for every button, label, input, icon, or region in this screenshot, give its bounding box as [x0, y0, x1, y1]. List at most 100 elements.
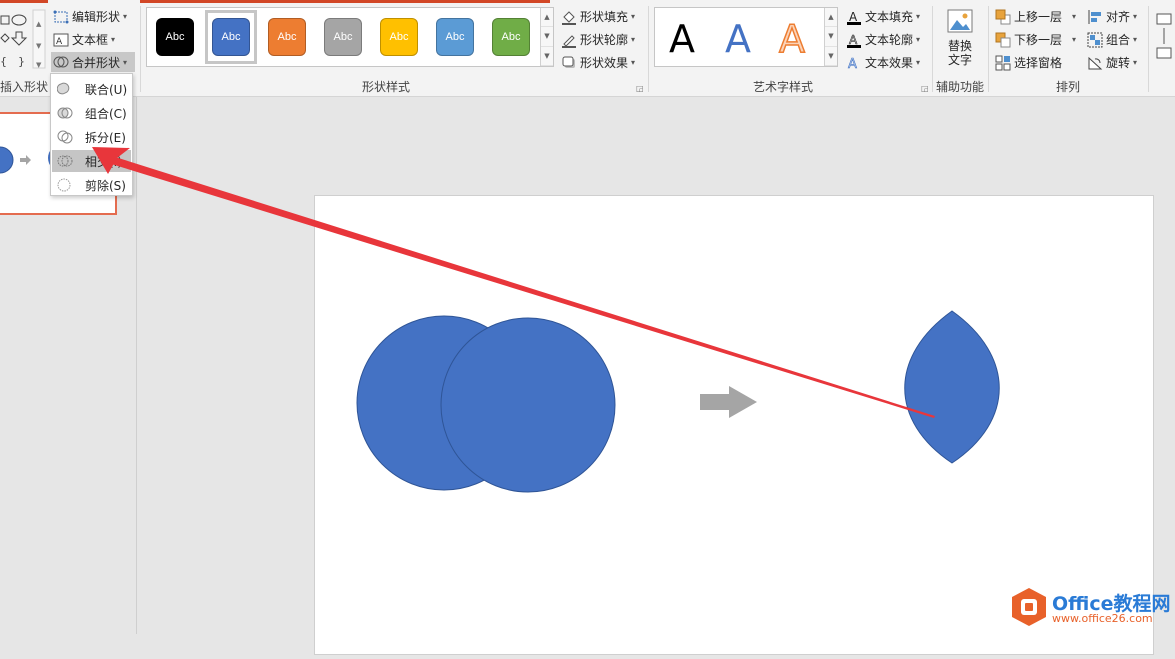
- chevron-down-icon: ▾: [631, 35, 635, 44]
- svg-text:A: A: [849, 33, 858, 47]
- swatch-label: Abc: [502, 31, 521, 43]
- text-fill-button[interactable]: A 文本填充▾: [846, 8, 920, 25]
- pen-outline-icon: [561, 32, 577, 48]
- bring-forward-button[interactable]: 上移一层▾: [995, 8, 1076, 25]
- wordart-gallery[interactable]: A A A ▲ ▼ ▼: [654, 7, 838, 67]
- style-swatch-gold[interactable]: Abc: [380, 18, 418, 56]
- subtract-icon: [57, 177, 73, 193]
- wordart-group-label: 艺术字样式: [654, 78, 912, 95]
- menu-item-combine[interactable]: 组合(C): [52, 102, 131, 124]
- accessibility-group-label: 辅助功能: [934, 78, 986, 95]
- merge-shapes-label: 合并形状: [72, 54, 120, 71]
- alt-text-button[interactable]: 替换 文字: [940, 8, 980, 72]
- style-swatch-black[interactable]: Abc: [156, 18, 194, 56]
- selection-pane-button[interactable]: 选择窗格: [995, 54, 1062, 71]
- style-swatch-lightblue[interactable]: Abc: [436, 18, 474, 56]
- send-backward-icon: [995, 32, 1011, 48]
- watermark: Office教程网 www.office26.com: [1010, 585, 1175, 631]
- text-outline-button[interactable]: A 文本轮廓▾: [846, 31, 920, 48]
- size-icon[interactable]: [1155, 12, 1173, 65]
- gray-right-arrow[interactable]: [700, 386, 757, 418]
- swatch-label: Abc: [390, 31, 409, 43]
- intersect-icon: [57, 153, 73, 169]
- svg-text:A: A: [849, 10, 858, 24]
- gallery-scrollbar[interactable]: ▲ ▼ ▼: [540, 8, 553, 66]
- circle-right[interactable]: [441, 318, 615, 492]
- align-button[interactable]: 对齐▾: [1087, 8, 1137, 25]
- group-button[interactable]: 组合▾: [1087, 31, 1137, 48]
- intersect-result-shape[interactable]: [905, 311, 1000, 463]
- office-logo: [1010, 587, 1048, 627]
- style-swatch-blue[interactable]: Abc: [212, 18, 250, 56]
- scroll-down-icon[interactable]: ▼: [825, 27, 837, 46]
- paint-bucket-icon: [561, 9, 577, 25]
- scroll-up-icon[interactable]: ▲: [541, 8, 553, 27]
- shape-style-swatches: Abc Abc Abc Abc Abc Abc Abc: [147, 8, 541, 66]
- text-box-icon: A: [53, 32, 69, 48]
- scroll-up-icon[interactable]: ▲: [825, 8, 837, 27]
- gallery-more-icon[interactable]: ▼: [825, 47, 837, 66]
- chevron-down-icon: ▾: [631, 58, 635, 67]
- shape-effects-icon: [561, 55, 577, 71]
- style-swatch-gray[interactable]: Abc: [324, 18, 362, 56]
- menu-item-union[interactable]: 联合(U): [52, 78, 131, 100]
- group-icon: [1087, 32, 1103, 48]
- text-fill-label: 文本填充: [865, 8, 913, 25]
- alt-text-line2: 文字: [940, 53, 980, 67]
- text-box-button[interactable]: A 文本框▾: [53, 31, 115, 48]
- shapes-gallery[interactable]: { } ▲ ▼ ▼: [0, 8, 46, 70]
- chevron-down-icon: ▾: [1133, 58, 1137, 67]
- wordart-sample-blue[interactable]: A: [725, 20, 751, 58]
- svg-text:}: }: [18, 55, 25, 68]
- chevron-down-icon: ▾: [123, 12, 127, 21]
- shape-effects-label: 形状效果: [580, 54, 628, 71]
- edit-shape-icon: [53, 9, 69, 25]
- arrange-group-label: 排列: [990, 78, 1146, 95]
- send-backward-label: 下移一层: [1014, 31, 1062, 48]
- svg-text:{: {: [0, 55, 7, 68]
- scroll-down-icon[interactable]: ▼: [541, 27, 553, 46]
- menu-item-subtract[interactable]: 剪除(S): [52, 174, 131, 196]
- fragment-icon: [57, 129, 73, 145]
- edit-shape-label: 编辑形状: [72, 8, 120, 25]
- shape-effects-button[interactable]: 形状效果▾: [561, 54, 635, 71]
- text-effects-label: 文本效果: [865, 54, 913, 71]
- dialog-launcher-icon[interactable]: ◲: [921, 84, 929, 93]
- svg-text:A: A: [848, 57, 857, 71]
- edit-shape-button[interactable]: 编辑形状▾: [53, 8, 127, 25]
- text-fill-icon: A: [846, 9, 862, 25]
- group-separator: [988, 6, 989, 92]
- swatch-label: Abc: [446, 31, 465, 43]
- shape-fill-button[interactable]: 形状填充▾: [561, 8, 635, 25]
- align-icon: [1087, 9, 1103, 25]
- shape-styles-gallery[interactable]: Abc Abc Abc Abc Abc Abc Abc ▲ ▼ ▼: [146, 7, 554, 67]
- merge-shapes-button[interactable]: 合并形状▾: [51, 52, 135, 72]
- wordart-sample-black[interactable]: A: [669, 20, 695, 58]
- rotate-button[interactable]: 旋转▾: [1087, 54, 1137, 71]
- swatch-label: Abc: [334, 31, 353, 43]
- svg-text:▼: ▼: [36, 61, 42, 69]
- svg-text:▼: ▼: [36, 42, 42, 50]
- send-backward-button[interactable]: 下移一层▾: [995, 31, 1076, 48]
- style-swatch-orange[interactable]: Abc: [268, 18, 306, 56]
- dialog-launcher-icon[interactable]: ◲: [636, 84, 644, 93]
- menu-item-intersect[interactable]: 相交(I): [52, 150, 131, 172]
- selection-pane-icon: [995, 55, 1011, 71]
- chevron-down-icon: ▾: [123, 58, 127, 67]
- menu-item-label: 拆分(E): [85, 129, 126, 146]
- text-effects-button[interactable]: A 文本效果▾: [846, 54, 920, 71]
- rotate-label: 旋转: [1106, 54, 1130, 71]
- merge-shapes-menu: 联合(U) 组合(C) 拆分(E) 相交(I) 剪除(S): [50, 73, 133, 196]
- chevron-down-icon: ▾: [916, 35, 920, 44]
- shape-outline-button[interactable]: 形状轮廓▾: [561, 31, 635, 48]
- chevron-down-icon: ▾: [631, 12, 635, 21]
- menu-item-label: 组合(C): [85, 105, 127, 122]
- shape-outline-label: 形状轮廓: [580, 31, 628, 48]
- wordart-sample-orange[interactable]: A: [779, 20, 805, 58]
- text-outline-label: 文本轮廓: [865, 31, 913, 48]
- menu-item-fragment[interactable]: 拆分(E): [52, 126, 131, 148]
- group-label: 组合: [1106, 31, 1130, 48]
- style-swatch-green[interactable]: Abc: [492, 18, 530, 56]
- gallery-more-icon[interactable]: ▼: [541, 47, 553, 66]
- gallery-scrollbar[interactable]: ▲ ▼ ▼: [824, 8, 837, 66]
